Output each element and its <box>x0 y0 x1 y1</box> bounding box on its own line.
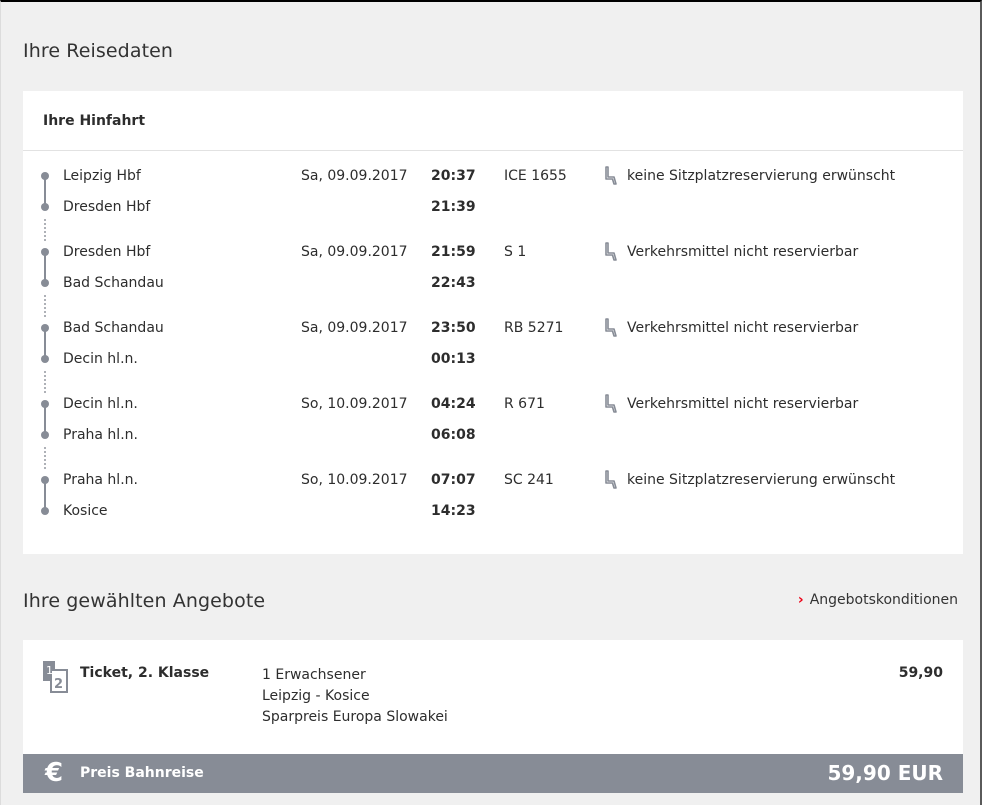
arrival-station: Decin hl.n. <box>63 351 138 367</box>
connection-segment: Leipzig Hbf Sa, 09.09.2017 20:37 ICE 165… <box>23 165 963 241</box>
connection-segment: Dresden Hbf Sa, 09.09.2017 21:59 S 1 Ver… <box>23 241 963 317</box>
ticket-icon-top-label: 1 <box>46 664 53 677</box>
stop-dot <box>41 355 49 363</box>
departure-row: Decin hl.n. So, 10.09.2017 04:24 R 671 V… <box>23 393 963 415</box>
departure-row: Leipzig Hbf Sa, 09.09.2017 20:37 ICE 165… <box>23 165 963 187</box>
ticket-details: 1 Erwachsener Leipzig - Kosice Sparpreis… <box>262 665 448 728</box>
seat-icon <box>605 470 617 489</box>
travel-date: So, 10.09.2017 <box>301 396 408 412</box>
stop-dot <box>41 431 49 439</box>
seat-icon <box>605 166 617 185</box>
stop-dot <box>41 476 49 484</box>
travel-data-heading: Ihre Reisedaten <box>23 40 174 62</box>
departure-time: 20:37 <box>431 168 476 184</box>
arrival-time: 06:08 <box>431 427 476 443</box>
euro-icon: € <box>45 758 64 788</box>
arrival-station: Bad Schandau <box>63 275 164 291</box>
total-price-bar: € Preis Bahnreise 59,90 EUR <box>23 754 963 793</box>
total-price-label: Preis Bahnreise <box>80 765 204 781</box>
travel-date: Sa, 09.09.2017 <box>301 320 408 336</box>
connection-segment: Decin hl.n. So, 10.09.2017 04:24 R 671 V… <box>23 393 963 469</box>
total-price-value: 59,90 EUR <box>827 761 943 785</box>
seat-icon <box>605 318 617 337</box>
ticket-route: Leipzig - Kosice <box>262 688 370 704</box>
chevron-right-icon: › <box>797 592 804 608</box>
arrival-row: Praha hl.n. 06:08 <box>23 424 963 446</box>
reservation-status: Verkehrsmittel nicht reservierbar <box>627 244 859 260</box>
train-number: RB 5271 <box>504 320 564 336</box>
train-number: R 671 <box>504 396 545 412</box>
reservation-status: Verkehrsmittel nicht reservierbar <box>627 396 859 412</box>
page-frame: Ihre Reisedaten Ihre Hinfahrt Leipzig Hb… <box>0 0 982 805</box>
reservation-status: Verkehrsmittel nicht reservierbar <box>627 320 859 336</box>
arrival-station: Dresden Hbf <box>63 199 151 215</box>
offer-conditions-label: Angebotskonditionen <box>809 592 958 608</box>
train-number: S 1 <box>504 244 527 260</box>
arrival-station: Kosice <box>63 503 108 519</box>
offers-heading: Ihre gewählten Angebote <box>23 590 266 612</box>
arrival-row: Decin hl.n. 00:13 <box>23 348 963 370</box>
arrival-time: 00:13 <box>431 351 476 367</box>
arrival-row: Kosice 14:23 <box>23 500 963 522</box>
departure-row: Bad Schandau Sa, 09.09.2017 23:50 RB 527… <box>23 317 963 339</box>
outbound-title: Ihre Hinfahrt <box>23 91 963 151</box>
departure-row: Praha hl.n. So, 10.09.2017 07:07 SC 241 … <box>23 469 963 491</box>
travel-date: Sa, 09.09.2017 <box>301 168 408 184</box>
offer-card: 1 2 Ticket, 2. Klasse 1 Erwachsener Leip… <box>23 640 963 754</box>
seat-icon <box>605 394 617 413</box>
train-number: SC 241 <box>504 472 554 488</box>
departure-station: Dresden Hbf <box>63 244 151 260</box>
arrival-time: 22:43 <box>431 275 476 291</box>
reservation-status: keine Sitzplatzreservierung erwünscht <box>627 472 896 488</box>
departure-station: Bad Schandau <box>63 320 164 336</box>
connection-list: Leipzig Hbf Sa, 09.09.2017 20:37 ICE 165… <box>23 151 963 545</box>
departure-time: 07:07 <box>431 472 476 488</box>
offer-conditions-link[interactable]: › Angebotskonditionen <box>798 592 958 608</box>
stop-dot <box>41 172 49 180</box>
stop-dot <box>41 203 49 211</box>
travel-date: So, 10.09.2017 <box>301 472 408 488</box>
fare-name: Sparpreis Europa Slowakei <box>262 709 448 725</box>
arrival-row: Dresden Hbf 21:39 <box>23 196 963 218</box>
reservation-status: keine Sitzplatzreservierung erwünscht <box>627 168 896 184</box>
ticket-icon-bottom-label: 2 <box>54 677 63 692</box>
arrival-station: Praha hl.n. <box>63 427 138 443</box>
train-number: ICE 1655 <box>504 168 567 184</box>
stop-dot <box>41 400 49 408</box>
seat-icon <box>605 242 617 261</box>
stop-dot <box>41 279 49 287</box>
connection-segment: Praha hl.n. So, 10.09.2017 07:07 SC 241 … <box>23 469 963 545</box>
departure-time: 21:59 <box>431 244 476 260</box>
stop-dot <box>41 507 49 515</box>
departure-station: Praha hl.n. <box>63 472 138 488</box>
ticket-title: Ticket, 2. Klasse <box>80 665 210 681</box>
stop-dot <box>41 324 49 332</box>
arrival-row: Bad Schandau 22:43 <box>23 272 963 294</box>
departure-row: Dresden Hbf Sa, 09.09.2017 21:59 S 1 Ver… <box>23 241 963 263</box>
passenger-count: 1 Erwachsener <box>262 667 366 683</box>
departure-station: Decin hl.n. <box>63 396 138 412</box>
arrival-time: 21:39 <box>431 199 476 215</box>
departure-time: 04:24 <box>431 396 476 412</box>
connection-segment: Bad Schandau Sa, 09.09.2017 23:50 RB 527… <box>23 317 963 393</box>
arrival-time: 14:23 <box>431 503 476 519</box>
outbound-card: Ihre Hinfahrt Leipzig Hbf Sa, 09.09.2017… <box>23 91 963 554</box>
stop-dot <box>41 248 49 256</box>
class-ticket-icon: 1 2 <box>43 661 68 693</box>
departure-station: Leipzig Hbf <box>63 168 141 184</box>
travel-date: Sa, 09.09.2017 <box>301 244 408 260</box>
departure-time: 23:50 <box>431 320 476 336</box>
ticket-price: 59,90 <box>898 665 943 681</box>
